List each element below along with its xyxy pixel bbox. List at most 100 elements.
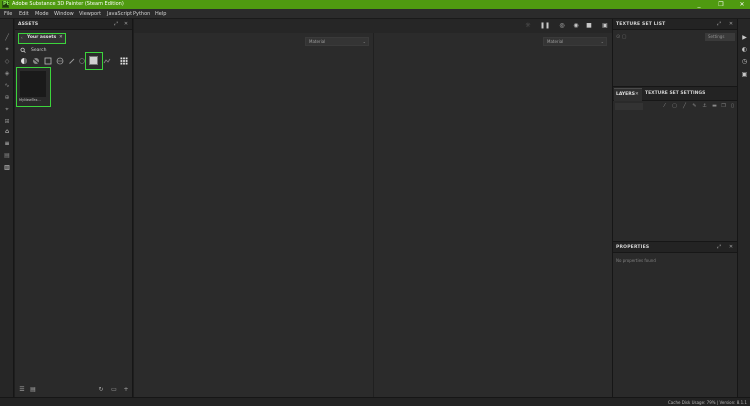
- display-settings-icon[interactable]: ◐: [740, 45, 749, 54]
- right-toolbar: ▶ ◐ ◷ ▣: [737, 19, 750, 397]
- menu-bar: File Edit Mode Window Viewport JavaScrip…: [0, 9, 750, 19]
- search-input[interactable]: Search: [18, 46, 130, 55]
- undock-icon[interactable]: ⤢: [715, 19, 723, 30]
- add-fill-layer-icon[interactable]: ╱: [681, 103, 688, 110]
- assets-title: ASSETS: [18, 22, 39, 27]
- menu-javascript[interactable]: JavaScript: [107, 9, 132, 19]
- title-bar: Pt Adobe Substance 3D Painter (Steam Edi…: [0, 0, 750, 9]
- asset-thumbnail[interactable]: MyNewTex...: [16, 67, 51, 107]
- layers-tabbar: LAYERS ✕ TEXTURE SET SETTINGS: [613, 87, 738, 101]
- tab-layers[interactable]: LAYERS ✕: [614, 88, 642, 101]
- screenshot-icon[interactable]: ▣: [600, 21, 610, 31]
- 3d-view-channel-select[interactable]: Material ⌄: [305, 37, 369, 46]
- filter-textures-icon[interactable]: [44, 57, 52, 65]
- close-panel-button[interactable]: ✕: [727, 19, 735, 30]
- viewport-toolbar: ☼ ❚❚ ◎ ◉ ■ ▣: [134, 19, 612, 33]
- bake-icon[interactable]: ▤: [2, 151, 12, 160]
- pause-icon[interactable]: ❚❚: [540, 21, 550, 31]
- menu-edit[interactable]: Edit: [19, 9, 29, 19]
- filter-materials-icon[interactable]: [20, 57, 28, 65]
- filter-environments-icon[interactable]: [56, 57, 64, 65]
- view-mode-icon[interactable]: ◎: [557, 21, 567, 31]
- close-panel-button[interactable]: ✕: [727, 242, 735, 253]
- camera-settings-icon[interactable]: ◉: [571, 21, 581, 31]
- status-bar: Cache Disk Usage: 79% | Version: 8.1.1: [0, 397, 750, 406]
- status-text: Cache Disk Usage: 79% | Version: 8.1.1: [668, 400, 747, 405]
- add-mask-icon[interactable]: ▢: [671, 103, 678, 110]
- texture-set-list-title: TEXTURE SET LIST: [616, 22, 666, 27]
- layers-panel: LAYERS ✕ TEXTURE SET SETTINGS ⁄ ▢ ╱ ✎ ⚓ …: [613, 86, 738, 261]
- menu-window[interactable]: Window: [54, 9, 74, 19]
- your-assets-tab[interactable]: ‹ Your assets ✕: [18, 33, 66, 44]
- filter-brushes-icon[interactable]: [68, 57, 76, 65]
- close-tab-icon[interactable]: ✕: [635, 89, 639, 101]
- right-panels: TEXTURE SET LIST ⤢ ✕ ⊙ ▢ Settings LAYERS…: [612, 19, 738, 397]
- chevron-down-icon: ⌄: [362, 39, 366, 44]
- filter-projects-icon[interactable]: [103, 57, 111, 65]
- grid-view-icon[interactable]: [120, 57, 128, 65]
- video-camera-icon[interactable]: ■: [584, 21, 594, 31]
- undock-icon[interactable]: ⤢: [112, 19, 120, 30]
- layer-stack-icon[interactable]: ≡: [2, 139, 12, 148]
- window-title: Adobe Substance 3D Painter (Steam Editio…: [12, 1, 124, 7]
- document-icon[interactable]: ▥: [2, 163, 12, 172]
- refresh-icon[interactable]: ↻: [97, 386, 105, 394]
- assets-footer: ☰ ▤ ↻ ▭ +: [15, 383, 133, 397]
- close-window-button[interactable]: ✕: [735, 0, 749, 9]
- eye-icon[interactable]: ⊙ ▢: [616, 33, 627, 41]
- settings-dropdown[interactable]: Settings: [705, 33, 735, 41]
- menu-file[interactable]: File: [4, 9, 12, 19]
- menu-viewport[interactable]: Viewport: [79, 9, 101, 19]
- your-assets-label: Your assets: [27, 35, 57, 40]
- add-anchor-icon[interactable]: ⚓: [701, 103, 708, 110]
- delete-layer-icon[interactable]: ▯: [729, 103, 736, 110]
- folder-icon[interactable]: ▭: [110, 386, 118, 394]
- add-paint-layer-icon[interactable]: ✎: [691, 103, 698, 110]
- filter-textures-selected-icon[interactable]: [89, 56, 98, 65]
- add-icon[interactable]: +: [122, 386, 130, 394]
- clone-icon[interactable]: ⊕: [2, 93, 12, 102]
- duplicate-layer-icon[interactable]: ❐: [720, 103, 727, 110]
- close-panel-button[interactable]: ✕: [122, 19, 130, 30]
- tools-toolbar: ╱ ✦ ◇ ◈ ∿ ⊕ ⌖ ⊞ ⌂ ≡ ▤ ▥: [0, 19, 14, 397]
- properties-header: PROPERTIES ⤢ ✕: [613, 242, 738, 253]
- material-picker-icon[interactable]: ⌖: [2, 105, 12, 114]
- maximize-button[interactable]: ❐: [714, 0, 728, 9]
- texture-set-list-header: TEXTURE SET LIST ⤢ ✕: [613, 19, 738, 30]
- minimize-button[interactable]: _: [692, 0, 706, 9]
- asset-shelf-icon[interactable]: ⌂: [2, 127, 12, 136]
- menu-help[interactable]: Help: [155, 9, 166, 19]
- add-folder-icon[interactable]: ▬: [711, 103, 718, 110]
- blend-mode-select[interactable]: [615, 103, 643, 110]
- properties-empty-message: No properties found: [616, 258, 656, 263]
- smudge-icon[interactable]: ∿: [2, 81, 12, 90]
- history-icon[interactable]: ◷: [740, 57, 749, 66]
- texture-set-icon[interactable]: ▶: [740, 33, 749, 42]
- menu-mode[interactable]: Mode: [35, 9, 49, 19]
- projection-icon[interactable]: ◇: [2, 57, 12, 66]
- polygon-fill-icon[interactable]: ◈: [2, 69, 12, 78]
- properties-title: PROPERTIES: [616, 245, 650, 250]
- assets-header: ASSETS ⤢ ✕: [15, 19, 132, 30]
- chevron-down-icon: ⌄: [600, 39, 604, 44]
- menu-python[interactable]: Python: [133, 9, 150, 19]
- library-icon[interactable]: ▤: [29, 386, 37, 394]
- back-arrow-icon[interactable]: ‹: [21, 34, 23, 42]
- shader-settings-icon[interactable]: ▣: [740, 70, 749, 79]
- viewport-splitter[interactable]: [373, 33, 374, 397]
- asset-name: MyNewTex...: [19, 98, 41, 102]
- add-effect-icon[interactable]: ⁄: [661, 103, 668, 110]
- import-icon[interactable]: ☰: [18, 386, 26, 394]
- close-tab-icon[interactable]: ✕: [59, 34, 63, 42]
- undock-icon[interactable]: ⤢: [715, 242, 723, 253]
- geometry-mask-icon[interactable]: ⊞: [2, 117, 12, 126]
- filter-smart-materials-icon[interactable]: [32, 57, 40, 65]
- paint-brush-icon[interactable]: ╱: [2, 33, 12, 42]
- assets-panel: ASSETS ⤢ ✕ ‹ Your assets ✕ Search MyNewT…: [15, 19, 133, 397]
- eraser-icon[interactable]: ✦: [2, 45, 12, 54]
- 2d-view-channel-select[interactable]: Material ⌄: [543, 37, 607, 46]
- search-icon: [20, 47, 26, 53]
- sun-icon[interactable]: ☼: [523, 21, 533, 31]
- layers-toolbar: ⁄ ▢ ╱ ✎ ⚓ ▬ ❐ ▯: [613, 101, 738, 111]
- tab-texture-set-settings[interactable]: TEXTURE SET SETTINGS: [645, 88, 705, 101]
